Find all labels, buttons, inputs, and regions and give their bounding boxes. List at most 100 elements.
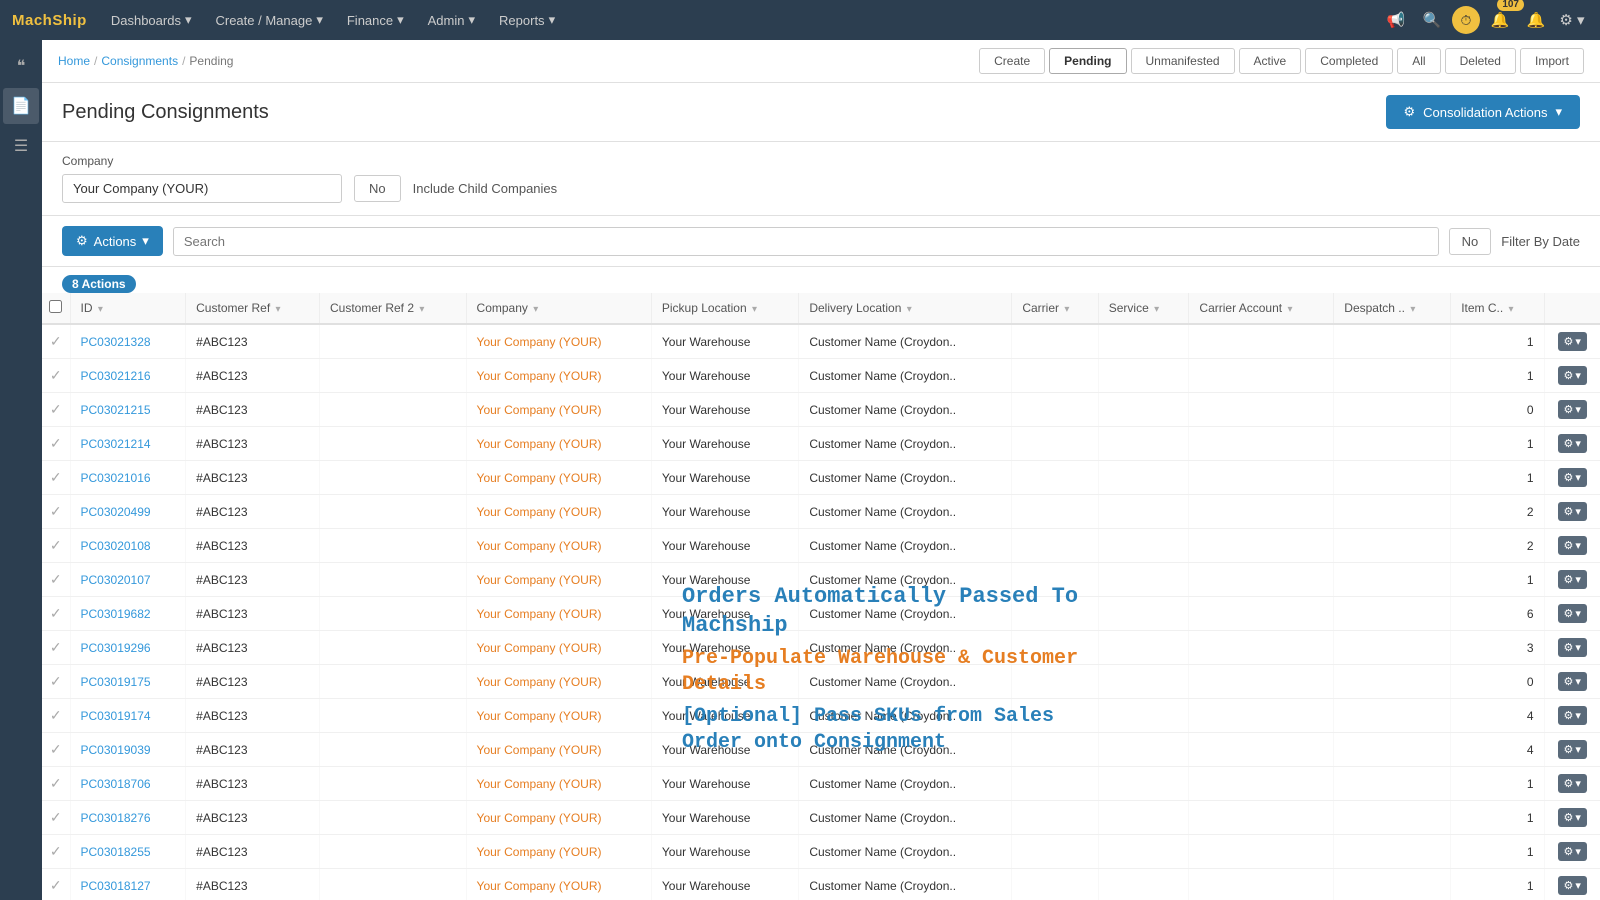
row-id-2[interactable]: PC03021215: [70, 393, 186, 427]
row-checkbox-10[interactable]: ✓: [42, 665, 70, 699]
row-id-15[interactable]: PC03018255: [70, 835, 186, 869]
company-link-9[interactable]: Your Company (YOUR): [477, 641, 602, 655]
nav-finance[interactable]: Finance ▾: [337, 0, 414, 40]
row-company-4[interactable]: Your Company (YOUR): [466, 461, 651, 495]
row-checkbox-11[interactable]: ✓: [42, 699, 70, 733]
row-action-button-10[interactable]: ⚙ ▾: [1558, 672, 1587, 691]
row-action-button-15[interactable]: ⚙ ▾: [1558, 842, 1587, 861]
row-company-5[interactable]: Your Company (YOUR): [466, 495, 651, 529]
row-action-button-4[interactable]: ⚙ ▾: [1558, 468, 1587, 487]
row-checkbox-14[interactable]: ✓: [42, 801, 70, 835]
search-icon[interactable]: 🔍: [1416, 4, 1448, 36]
row-company-3[interactable]: Your Company (YOUR): [466, 427, 651, 461]
company-link-8[interactable]: Your Company (YOUR): [477, 607, 602, 621]
filter-date-toggle[interactable]: No: [1449, 228, 1492, 255]
row-action-button-0[interactable]: ⚙ ▾: [1558, 332, 1587, 351]
company-link-13[interactable]: Your Company (YOUR): [477, 777, 602, 791]
row-company-7[interactable]: Your Company (YOUR): [466, 563, 651, 597]
row-company-16[interactable]: Your Company (YOUR): [466, 869, 651, 900]
row-action-button-12[interactable]: ⚙ ▾: [1558, 740, 1587, 759]
row-id-8[interactable]: PC03019682: [70, 597, 186, 631]
col-header-delivery[interactable]: Delivery Location ▾: [799, 293, 1012, 324]
tab-deleted[interactable]: Deleted: [1445, 48, 1516, 74]
row-checkbox-1[interactable]: ✓: [42, 359, 70, 393]
company-link-3[interactable]: Your Company (YOUR): [477, 437, 602, 451]
consignment-link-7[interactable]: PC03020107: [81, 573, 151, 587]
nav-dashboards[interactable]: Dashboards ▾: [101, 0, 202, 40]
row-checkbox-5[interactable]: ✓: [42, 495, 70, 529]
consignment-link-14[interactable]: PC03018276: [81, 811, 151, 825]
row-checkbox-3[interactable]: ✓: [42, 427, 70, 461]
row-id-5[interactable]: PC03020499: [70, 495, 186, 529]
consignment-link-15[interactable]: PC03018255: [81, 845, 151, 859]
clock-icon[interactable]: ⏱: [1452, 6, 1480, 34]
col-header-carrier[interactable]: Carrier ▾: [1012, 293, 1098, 324]
row-id-12[interactable]: PC03019039: [70, 733, 186, 767]
consignment-link-16[interactable]: PC03018127: [81, 879, 151, 893]
row-action-button-8[interactable]: ⚙ ▾: [1558, 604, 1587, 623]
nav-admin[interactable]: Admin ▾: [418, 0, 485, 40]
col-header-customer-ref[interactable]: Customer Ref ▾: [186, 293, 320, 324]
col-header-pickup[interactable]: Pickup Location ▾: [651, 293, 798, 324]
col-header-item-count[interactable]: Item C.. ▾: [1451, 293, 1544, 324]
consignment-link-1[interactable]: PC03021216: [81, 369, 151, 383]
company-input[interactable]: [62, 174, 342, 203]
row-action-button-5[interactable]: ⚙ ▾: [1558, 502, 1587, 521]
brand-logo[interactable]: MachShip: [12, 12, 87, 29]
company-link-10[interactable]: Your Company (YOUR): [477, 675, 602, 689]
col-header-service[interactable]: Service ▾: [1098, 293, 1189, 324]
row-id-13[interactable]: PC03018706: [70, 767, 186, 801]
tab-active[interactable]: Active: [1239, 48, 1302, 74]
row-company-9[interactable]: Your Company (YOUR): [466, 631, 651, 665]
nav-reports[interactable]: Reports ▾: [489, 0, 565, 40]
row-id-3[interactable]: PC03021214: [70, 427, 186, 461]
child-companies-toggle[interactable]: No: [354, 175, 401, 202]
company-link-1[interactable]: Your Company (YOUR): [477, 369, 602, 383]
row-id-4[interactable]: PC03021016: [70, 461, 186, 495]
row-action-button-13[interactable]: ⚙ ▾: [1558, 774, 1587, 793]
consignment-link-6[interactable]: PC03020108: [81, 539, 151, 553]
select-all-checkbox[interactable]: [42, 293, 70, 324]
consignment-link-3[interactable]: PC03021214: [81, 437, 151, 451]
row-checkbox-12[interactable]: ✓: [42, 733, 70, 767]
col-header-account[interactable]: Carrier Account ▾: [1189, 293, 1334, 324]
row-id-1[interactable]: PC03021216: [70, 359, 186, 393]
consignment-link-5[interactable]: PC03020499: [81, 505, 151, 519]
megaphone-icon[interactable]: 📢: [1380, 4, 1412, 36]
consignment-link-4[interactable]: PC03021016: [81, 471, 151, 485]
row-company-1[interactable]: Your Company (YOUR): [466, 359, 651, 393]
consignment-link-13[interactable]: PC03018706: [81, 777, 151, 791]
tab-completed[interactable]: Completed: [1305, 48, 1393, 74]
company-link-7[interactable]: Your Company (YOUR): [477, 573, 602, 587]
consolidation-actions-button[interactable]: ⚙ Consolidation Actions ▾: [1386, 95, 1581, 129]
sidebar-list-icon[interactable]: ☰: [3, 128, 39, 164]
tab-pending[interactable]: Pending: [1049, 48, 1126, 74]
sidebar-consignments-icon[interactable]: 📄: [3, 88, 39, 124]
row-checkbox-15[interactable]: ✓: [42, 835, 70, 869]
search-input[interactable]: [173, 227, 1439, 256]
row-checkbox-0[interactable]: ✓: [42, 324, 70, 359]
company-link-6[interactable]: Your Company (YOUR): [477, 539, 602, 553]
company-link-15[interactable]: Your Company (YOUR): [477, 845, 602, 859]
row-company-2[interactable]: Your Company (YOUR): [466, 393, 651, 427]
row-company-0[interactable]: Your Company (YOUR): [466, 324, 651, 359]
col-header-despatch[interactable]: Despatch .. ▾: [1334, 293, 1451, 324]
company-link-5[interactable]: Your Company (YOUR): [477, 505, 602, 519]
row-company-12[interactable]: Your Company (YOUR): [466, 733, 651, 767]
row-id-10[interactable]: PC03019175: [70, 665, 186, 699]
actions-button[interactable]: ⚙ Actions ▾: [62, 226, 163, 256]
consignment-link-2[interactable]: PC03021215: [81, 403, 151, 417]
consignment-link-10[interactable]: PC03019175: [81, 675, 151, 689]
row-checkbox-16[interactable]: ✓: [42, 869, 70, 900]
consignment-link-8[interactable]: PC03019682: [81, 607, 151, 621]
settings-icon[interactable]: ⚙ ▾: [1556, 4, 1588, 36]
row-action-button-11[interactable]: ⚙ ▾: [1558, 706, 1587, 725]
company-link-2[interactable]: Your Company (YOUR): [477, 403, 602, 417]
row-checkbox-4[interactable]: ✓: [42, 461, 70, 495]
row-company-14[interactable]: Your Company (YOUR): [466, 801, 651, 835]
row-action-button-9[interactable]: ⚙ ▾: [1558, 638, 1587, 657]
tab-create[interactable]: Create: [979, 48, 1045, 74]
company-link-12[interactable]: Your Company (YOUR): [477, 743, 602, 757]
row-id-6[interactable]: PC03020108: [70, 529, 186, 563]
row-action-button-6[interactable]: ⚙ ▾: [1558, 536, 1587, 555]
